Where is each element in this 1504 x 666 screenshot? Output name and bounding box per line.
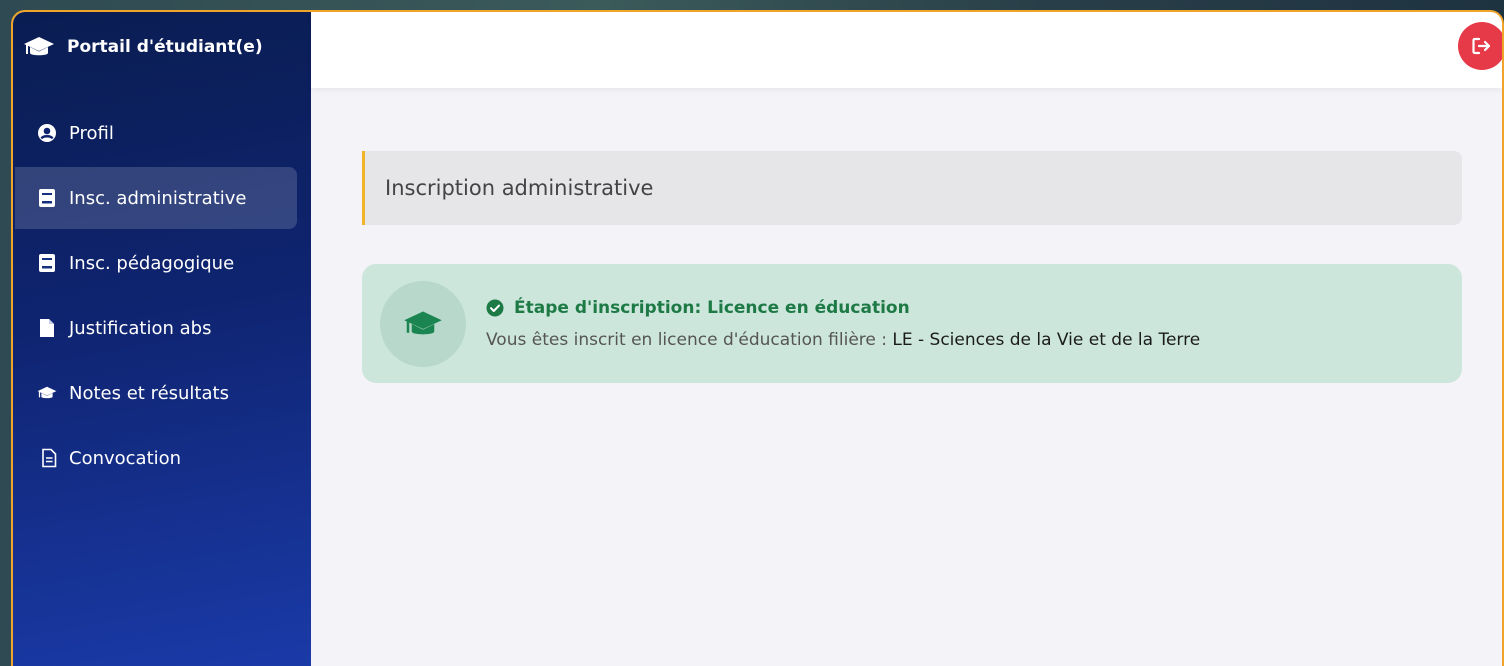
enrollment-status-alert: Étape d'inscription: Licence en éducatio… [362, 264, 1462, 383]
sidebar: Portail d'étudiant(e) Profil Insc. admin… [13, 12, 311, 666]
user-circle-icon [37, 123, 57, 143]
sidebar-item-notes-resultats[interactable]: Notes et résultats [15, 362, 297, 424]
graduation-cap-icon [23, 35, 55, 59]
alert-title-text: Étape d'inscription: Licence en éducatio… [514, 297, 910, 318]
file-text-icon [39, 448, 59, 468]
alert-text-prefix: Vous êtes inscrit en licence d'éducation… [486, 329, 893, 350]
alert-icon-badge [380, 280, 466, 367]
check-circle-icon [486, 299, 504, 317]
book-icon [37, 188, 57, 208]
sidebar-item-label: Insc. administrative [69, 187, 247, 209]
sidebar-item-label: Justification abs [69, 317, 212, 339]
alert-title: Étape d'inscription: Licence en éducatio… [486, 298, 1200, 318]
page-title: Inscription administrative [362, 151, 1462, 225]
main-content: Inscription administrative Étape d'inscr… [311, 12, 1502, 666]
sidebar-item-label: Notes et résultats [69, 382, 229, 404]
alert-text: Vous êtes inscrit en licence d'éducation… [486, 330, 1200, 350]
sidebar-nav: Profil Insc. administrative Insc. pédago… [13, 102, 311, 489]
sidebar-item-justification-abs[interactable]: Justification abs [15, 297, 297, 359]
sidebar-item-label: Insc. pédagogique [69, 252, 235, 274]
program-name: LE - Sciences de la Vie et de la Terre [892, 329, 1201, 350]
brand[interactable]: Portail d'étudiant(e) [13, 12, 311, 82]
sidebar-item-label: Convocation [69, 447, 182, 469]
book-icon [37, 253, 57, 273]
graduation-cap-icon [37, 383, 57, 403]
sidebar-item-label: Profil [69, 122, 114, 144]
app-window: Portail d'étudiant(e) Profil Insc. admin… [11, 10, 1504, 666]
graduation-cap-icon [403, 309, 443, 339]
logout-icon [1471, 36, 1493, 56]
sidebar-item-insc-pedagogique[interactable]: Insc. pédagogique [15, 232, 297, 294]
app-title: Portail d'étudiant(e) [67, 37, 263, 57]
file-icon [37, 318, 57, 338]
topbar [311, 12, 1502, 88]
logout-button[interactable] [1458, 22, 1502, 70]
alert-body: Étape d'inscription: Licence en éducatio… [486, 298, 1200, 350]
sidebar-item-convocation[interactable]: Convocation [15, 427, 297, 489]
sidebar-item-insc-administrative[interactable]: Insc. administrative [15, 167, 297, 229]
sidebar-item-profil[interactable]: Profil [15, 102, 297, 164]
